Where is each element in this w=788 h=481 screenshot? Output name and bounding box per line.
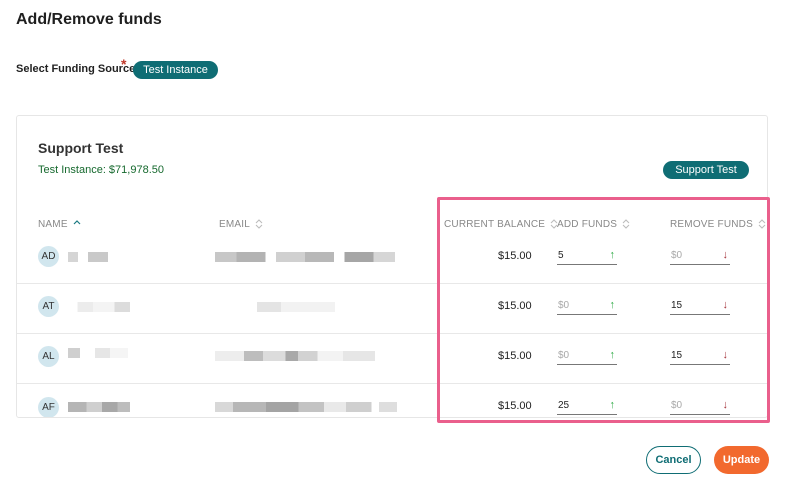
sort-icon xyxy=(622,219,630,230)
avatar: AT xyxy=(38,296,59,317)
funding-source-label: Select Funding Source xyxy=(16,63,136,75)
redacted-email xyxy=(215,402,397,412)
table-row: AL $15.00 $0 ↑ 15 ↓ xyxy=(17,334,767,384)
column-header-remove-label: REMOVE FUNDS xyxy=(670,219,753,230)
column-header-email-label: EMAIL xyxy=(219,219,250,230)
add-funds-input[interactable]: $0 ↑ xyxy=(557,347,617,365)
redacted-name xyxy=(68,252,108,262)
current-balance: $15.00 xyxy=(498,300,532,312)
arrow-up-icon: ↑ xyxy=(609,299,616,311)
add-funds-input[interactable]: 25 ↑ xyxy=(557,397,617,415)
arrow-down-icon: ↓ xyxy=(722,249,729,261)
avatar: AD xyxy=(38,246,59,267)
arrow-up-icon: ↑ xyxy=(609,399,616,411)
card-title: Support Test xyxy=(38,140,124,156)
redacted-email xyxy=(215,302,335,312)
arrow-up-icon: ↑ xyxy=(609,349,616,361)
update-button[interactable]: Update xyxy=(714,446,769,474)
current-balance: $15.00 xyxy=(498,250,532,262)
add-funds-placeholder: $0 xyxy=(558,300,570,311)
column-header-current-balance[interactable]: CURRENT BALANCE xyxy=(444,219,558,230)
avatar: AL xyxy=(38,346,59,367)
avatar: AF xyxy=(38,397,59,417)
redacted-email xyxy=(215,351,375,361)
cancel-button[interactable]: Cancel xyxy=(646,446,701,474)
add-funds-input[interactable]: $0 ↑ xyxy=(557,297,617,315)
remove-funds-input[interactable]: 15 ↓ xyxy=(670,297,730,315)
sort-icon xyxy=(255,219,262,230)
remove-funds-placeholder: $0 xyxy=(671,250,683,261)
account-card: Support Test Test Instance: $71,978.50 S… xyxy=(16,115,768,418)
add-funds-input[interactable]: 5 ↑ xyxy=(557,247,617,265)
remove-funds-value: 15 xyxy=(671,350,683,361)
table-row: AT $15.00 $0 ↑ 15 ↓ xyxy=(17,284,767,334)
column-header-email[interactable]: EMAIL xyxy=(219,219,263,230)
card-balance-subtitle: Test Instance: $71,978.50 xyxy=(38,164,164,176)
current-balance: $15.00 xyxy=(498,400,532,412)
page-title: Add/Remove funds xyxy=(16,11,162,28)
redacted-name xyxy=(68,348,128,358)
arrow-down-icon: ↓ xyxy=(722,349,729,361)
redacted-email xyxy=(215,252,395,262)
column-header-add-funds[interactable]: ADD FUNDS xyxy=(557,219,630,230)
arrow-down-icon: ↓ xyxy=(722,299,729,311)
sort-asc-icon xyxy=(73,220,81,225)
sort-icon xyxy=(758,219,766,230)
funding-source-pill[interactable]: Test Instance xyxy=(133,61,218,79)
add-funds-value: 5 xyxy=(558,250,564,261)
remove-funds-input[interactable]: $0 ↓ xyxy=(670,397,730,415)
table-row: AD $15.00 5 ↑ $0 ↓ xyxy=(17,233,767,283)
redacted-name xyxy=(68,302,130,312)
add-funds-placeholder: $0 xyxy=(558,350,570,361)
column-header-add-label: ADD FUNDS xyxy=(557,219,618,230)
column-header-name-label: NAME xyxy=(38,219,68,230)
remove-funds-input[interactable]: $0 ↓ xyxy=(670,247,730,265)
remove-funds-value: 15 xyxy=(671,300,683,311)
card-badge[interactable]: Support Test xyxy=(663,161,749,179)
remove-funds-input[interactable]: 15 ↓ xyxy=(670,347,730,365)
remove-funds-placeholder: $0 xyxy=(671,400,683,411)
column-header-balance-label: CURRENT BALANCE xyxy=(444,219,546,230)
add-funds-value: 25 xyxy=(558,400,570,411)
column-header-name[interactable]: NAME xyxy=(38,219,81,230)
column-header-remove-funds[interactable]: REMOVE FUNDS xyxy=(670,219,766,230)
arrow-up-icon: ↑ xyxy=(609,249,616,261)
redacted-name xyxy=(68,402,130,412)
arrow-down-icon: ↓ xyxy=(722,399,729,411)
required-mark: * xyxy=(121,56,127,72)
current-balance: $15.00 xyxy=(498,350,532,362)
table-row: AF $15.00 25 ↑ $0 ↓ xyxy=(17,384,767,417)
